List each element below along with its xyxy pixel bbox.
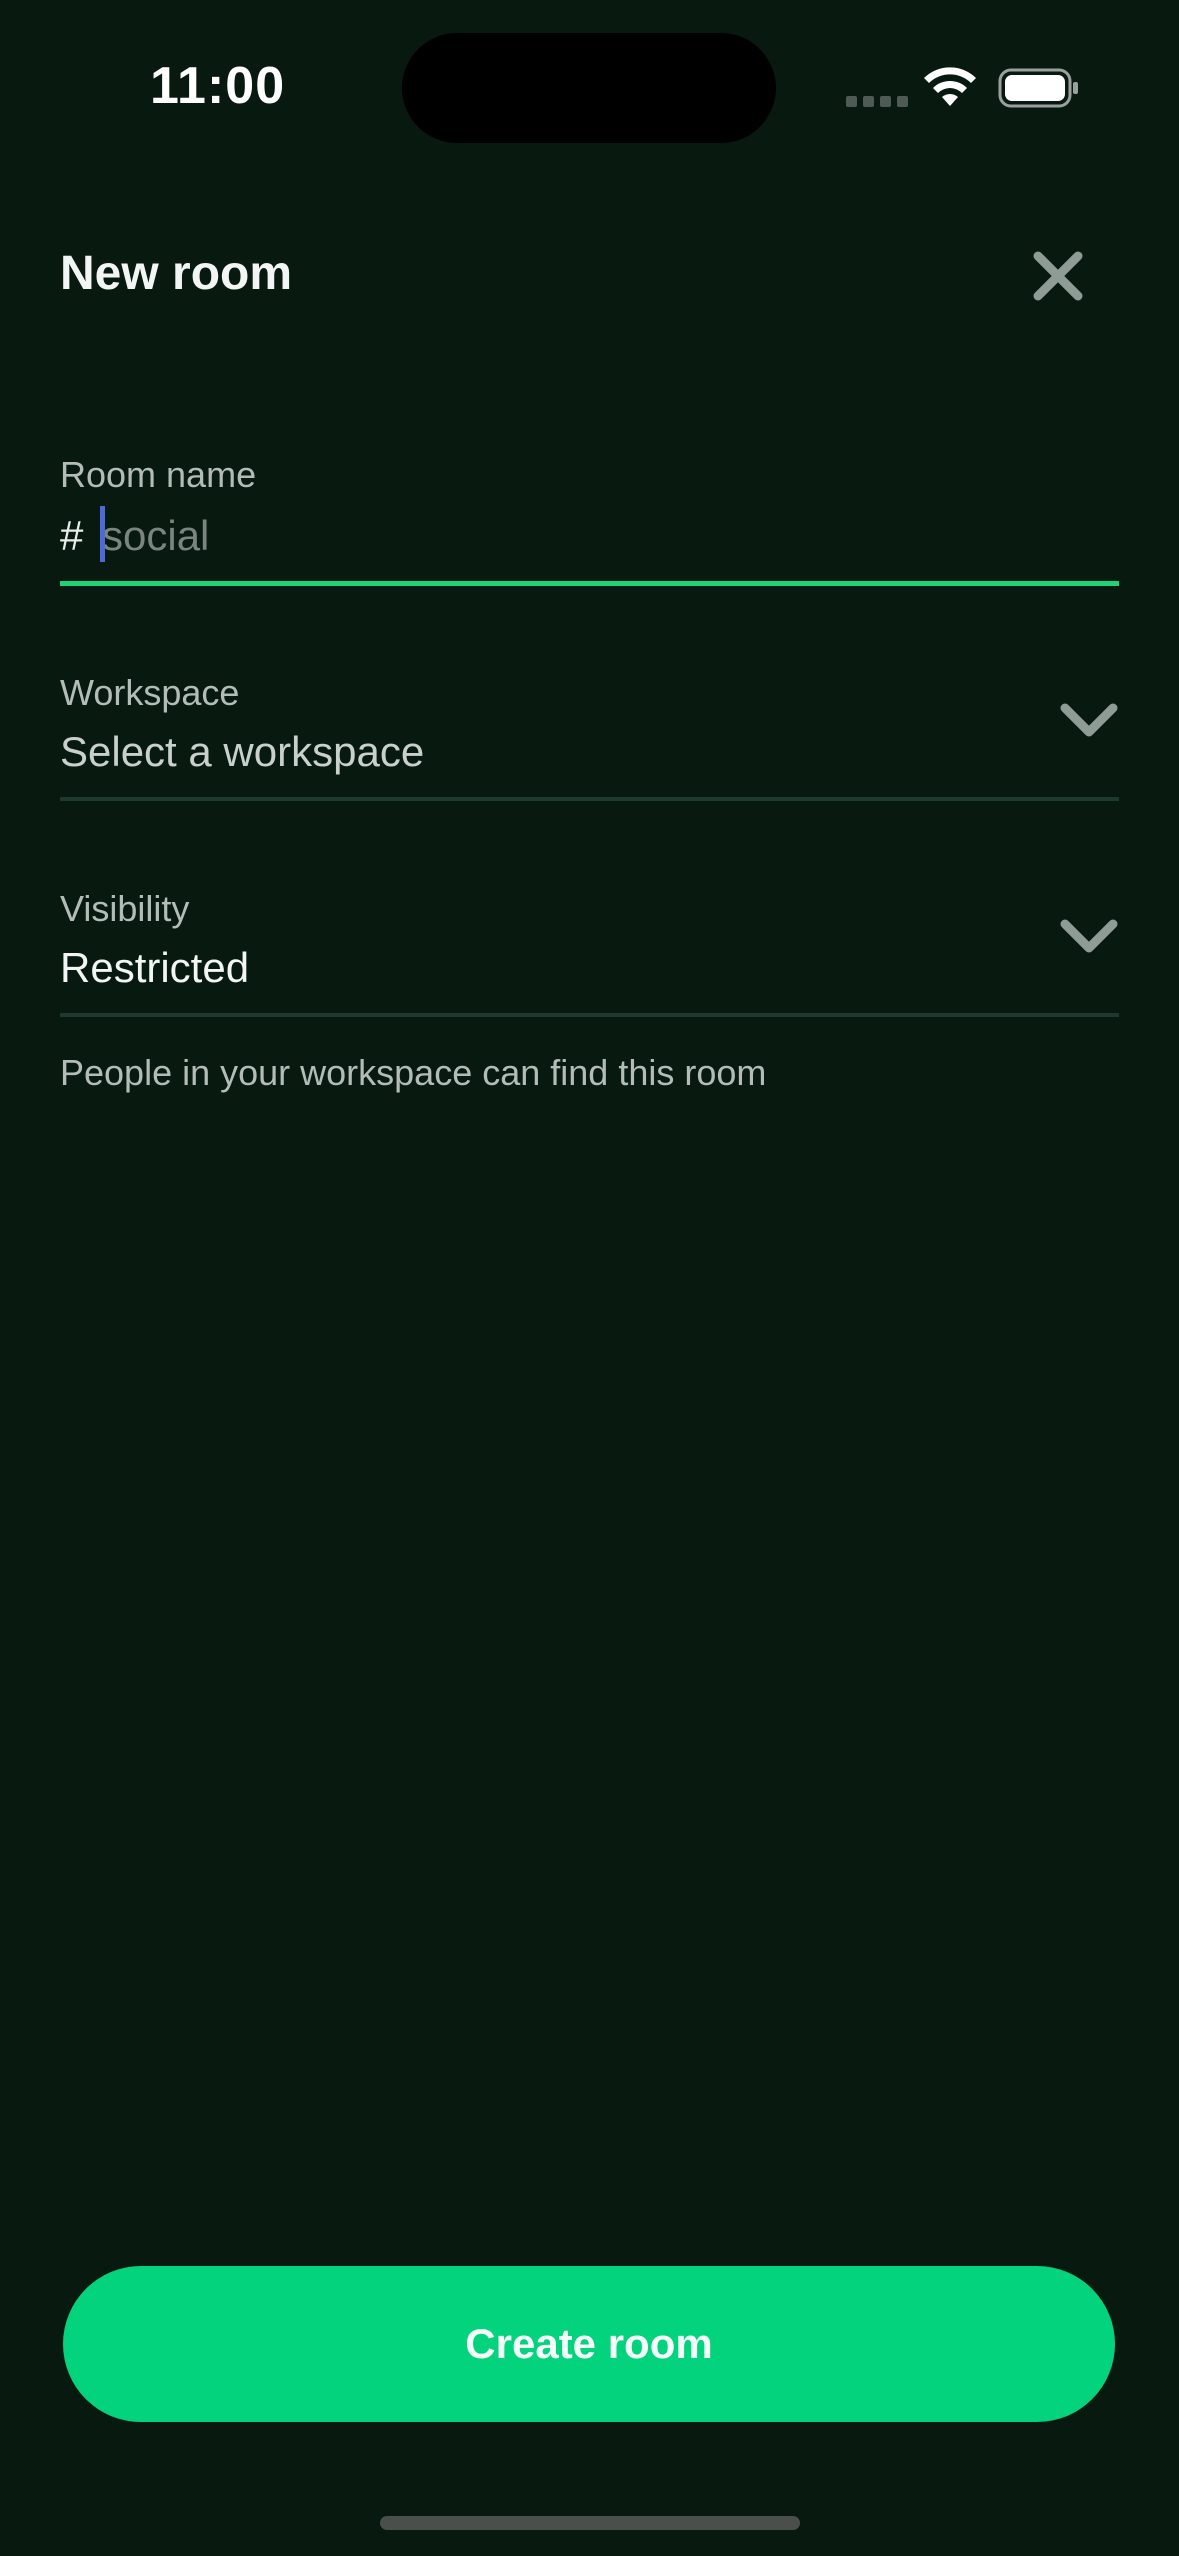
signal-dots-icon xyxy=(846,96,908,107)
dynamic-island xyxy=(402,33,776,143)
room-name-underline xyxy=(60,581,1119,586)
visibility-value: Restricted xyxy=(60,944,250,991)
create-room-button[interactable]: Create room xyxy=(63,2266,1115,2422)
text-caret xyxy=(100,506,105,562)
close-button[interactable] xyxy=(1026,244,1090,308)
workspace-underline xyxy=(60,797,1119,801)
close-icon xyxy=(1033,251,1083,301)
room-name-field: Room name # xyxy=(60,450,1119,590)
workspace-value: Select a workspace xyxy=(60,728,425,775)
chevron-down-icon xyxy=(1060,919,1118,953)
workspace-select[interactable]: Workspace Select a workspace xyxy=(60,668,1119,808)
room-name-label: Room name xyxy=(60,454,257,495)
room-name-prefix: # xyxy=(60,512,84,559)
visibility-label: Visibility xyxy=(60,888,190,929)
page-title: New room xyxy=(60,247,293,300)
new-room-screen: 11:00 New room Room name # Workspace Sel… xyxy=(0,0,1179,2556)
wifi-icon xyxy=(924,67,976,106)
battery-icon xyxy=(998,68,1078,108)
room-name-input[interactable] xyxy=(100,506,1102,566)
chevron-down-icon xyxy=(1060,703,1118,737)
visibility-underline xyxy=(60,1013,1119,1017)
visibility-select[interactable]: Visibility Restricted xyxy=(60,884,1119,1024)
home-indicator[interactable] xyxy=(380,2516,800,2530)
status-time: 11:00 xyxy=(150,57,286,115)
visibility-helper-text: People in your workspace can find this r… xyxy=(60,1052,767,1093)
workspace-label: Workspace xyxy=(60,672,240,713)
